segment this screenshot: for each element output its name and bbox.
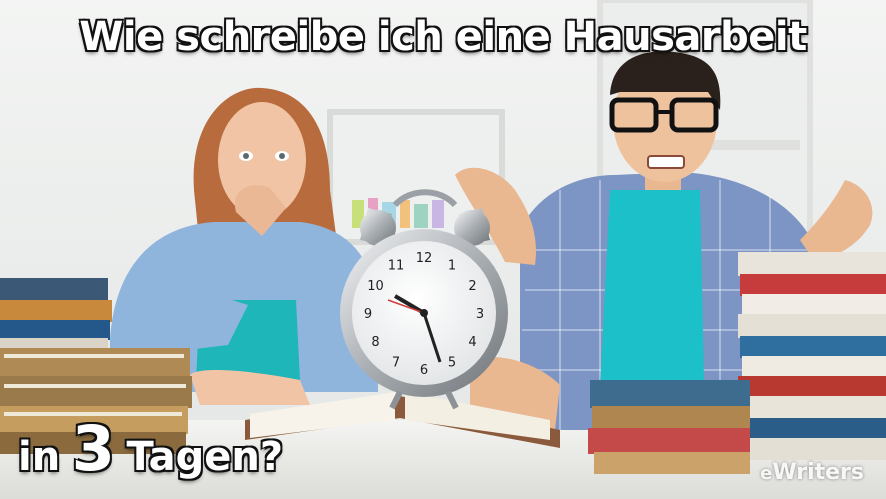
headline: Wie schreibe ich eine Hausarbeit: [79, 14, 807, 60]
subline-number: 3: [71, 412, 115, 485]
clock-numeral: 1: [448, 259, 456, 274]
clock-numeral: 12: [416, 251, 433, 266]
clock-numeral: 6: [420, 363, 428, 378]
clock-numeral: 11: [388, 259, 405, 274]
subline-prefix: in: [18, 434, 61, 480]
brand-logo: eWriters: [760, 460, 864, 485]
brand-name: Writers: [772, 460, 864, 485]
clock-numeral: 4: [468, 335, 476, 350]
subline: in 3 Tagen?: [18, 412, 283, 485]
hero-image: 12 1 2 3 4 5 6 7 8 9 10 11 Wie schreibe ich eine Ha…: [0, 0, 886, 499]
clock-numeral: 5: [448, 356, 456, 371]
clock-numeral: 8: [371, 335, 379, 350]
clock-numeral: 9: [364, 307, 372, 322]
clock-numeral: 10: [367, 279, 384, 294]
clock-numeral: 3: [476, 307, 484, 322]
clock-numeral: 7: [392, 356, 400, 371]
clock-numeral: 2: [468, 279, 476, 294]
subline-suffix: Tagen?: [126, 434, 284, 480]
brand-mark: e: [760, 463, 773, 484]
